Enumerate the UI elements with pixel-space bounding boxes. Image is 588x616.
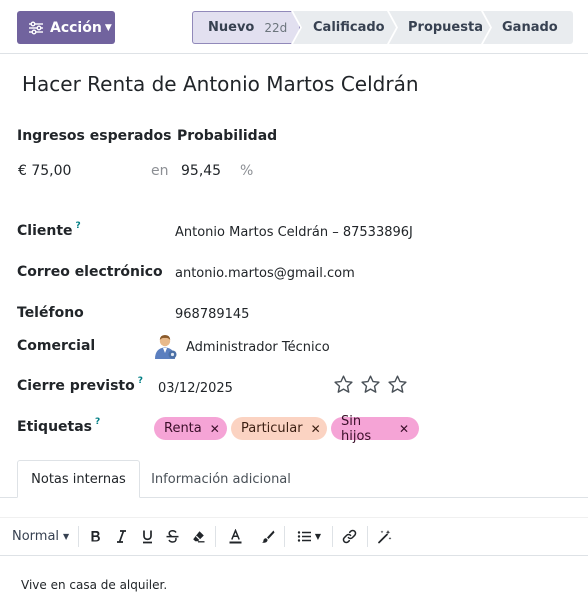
toolbar-separator — [78, 526, 79, 547]
editor-toolbar: Normal ▼ ▼ — [0, 517, 588, 556]
record-title[interactable]: Hacer Renta de Antonio Martos Celdrán — [22, 72, 419, 96]
eraser-icon — [193, 531, 205, 543]
star-icon[interactable] — [333, 374, 354, 395]
customer-label-text: Cliente — [17, 223, 73, 239]
email-label: Correo electrónico — [17, 264, 163, 280]
toolbar-separator — [367, 526, 368, 547]
list-dropdown-button[interactable]: ▼ — [293, 518, 325, 555]
magic-wand-icon — [378, 530, 392, 544]
tag-badge: Renta ✕ — [154, 417, 227, 440]
star-icon[interactable] — [387, 374, 408, 395]
caret-down-icon: ▼ — [314, 532, 322, 541]
note-body[interactable]: Vive en casa de alquiler. — [21, 578, 167, 592]
salesperson-field[interactable]: Administrador Técnico — [186, 340, 330, 355]
insert-link-button[interactable] — [340, 518, 359, 555]
remove-tag-icon[interactable]: ✕ — [210, 422, 220, 436]
toolbar-separator — [284, 526, 285, 547]
help-icon[interactable]: ? — [76, 221, 81, 231]
italic-button[interactable] — [113, 518, 130, 555]
tags-label: Etiquetas? — [17, 417, 100, 435]
email-field[interactable]: antonio.martos@gmail.com — [175, 266, 355, 281]
stage-pipeline: Nuevo 22d Calificado Propuesta Ganado — [192, 11, 573, 44]
bold-icon — [91, 531, 100, 542]
star-icon[interactable] — [360, 374, 381, 395]
tags-label-text: Etiquetas — [17, 419, 93, 435]
caret-down-icon: ▼ — [104, 22, 112, 33]
stage-label: Nuevo — [208, 20, 255, 35]
stage-propuesta[interactable]: Propuesta — [389, 11, 490, 44]
list-icon — [297, 531, 311, 542]
stage-label: Ganado — [502, 20, 558, 35]
probability-field[interactable]: 95,45 — [181, 163, 221, 179]
stage-calificado[interactable]: Calificado — [293, 11, 396, 44]
remove-tag-icon[interactable]: ✕ — [311, 422, 321, 436]
customer-field[interactable]: Antonio Martos Celdrán – 87533896J — [175, 225, 413, 240]
phone-field[interactable]: 968789145 — [175, 307, 249, 322]
underline-button[interactable] — [139, 518, 156, 555]
strikethrough-button[interactable] — [164, 518, 181, 555]
deadline-field[interactable]: 03/12/2025 — [158, 381, 233, 396]
remove-format-button[interactable] — [190, 518, 207, 555]
deadline-label-text: Cierre previsto — [17, 378, 135, 394]
paintbrush-icon — [262, 530, 275, 543]
stage-ganado[interactable]: Ganado — [483, 11, 573, 44]
help-icon[interactable]: ? — [138, 376, 143, 386]
user-avatar-icon — [155, 335, 177, 359]
remove-tag-icon[interactable]: ✕ — [399, 422, 409, 436]
deadline-label: Cierre previsto? — [17, 376, 143, 394]
caret-down-icon: ▼ — [63, 532, 70, 541]
action-button[interactable]: Acción ▼ — [17, 11, 115, 44]
action-label: Acción — [50, 19, 102, 36]
priority-widget — [333, 374, 408, 395]
tag-label: Renta — [164, 421, 202, 436]
help-icon[interactable]: ? — [95, 417, 100, 427]
strikethrough-icon — [166, 530, 179, 543]
expected-revenue-label: Ingresos esperados — [17, 128, 172, 144]
tab-internal-notes[interactable]: Notas internas — [17, 460, 140, 498]
ai-magic-button[interactable] — [375, 518, 394, 555]
tag-label: Sin hijos — [341, 413, 372, 444]
toolbar-separator — [215, 526, 216, 547]
percent-sign: % — [240, 163, 254, 179]
tag-badge: Sin hijos ✕ — [331, 414, 419, 444]
underline-icon — [143, 530, 152, 544]
highlight-button[interactable] — [258, 518, 277, 555]
control-panel: Acción ▼ Nuevo 22d Calificado Propuesta … — [0, 0, 588, 54]
italic-icon — [117, 530, 126, 543]
probability-label: Probabilidad — [177, 128, 278, 144]
paragraph-style-dropdown[interactable]: Normal ▼ — [12, 518, 69, 555]
customer-label: Cliente? — [17, 221, 81, 239]
phone-label: Teléfono — [17, 305, 84, 321]
tag-badge: Particular ✕ — [231, 417, 327, 440]
salesperson-label: Comercial — [17, 338, 96, 354]
link-icon — [342, 529, 357, 544]
paragraph-style-label: Normal — [12, 529, 60, 544]
expected-revenue-field[interactable]: € 75,00 — [18, 163, 71, 179]
bold-button[interactable] — [87, 518, 104, 555]
tab-additional-info[interactable]: Información adicional — [144, 460, 298, 498]
toolbar-separator — [332, 526, 333, 547]
stage-label: Calificado — [313, 20, 385, 35]
font-color-button[interactable] — [226, 518, 245, 555]
in-label: en — [151, 163, 169, 179]
stage-days: 22d — [264, 20, 288, 35]
tag-label: Particular — [241, 421, 303, 436]
stage-label: Propuesta — [408, 20, 483, 35]
stage-nuevo[interactable]: Nuevo 22d — [192, 11, 300, 44]
sliders-icon — [29, 21, 43, 34]
font-color-icon — [229, 529, 242, 544]
